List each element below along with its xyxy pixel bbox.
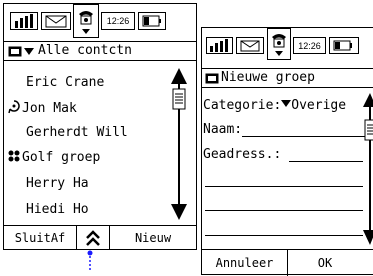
page-title: Nieuwe groep (221, 70, 315, 85)
name-field[interactable]: Naam: (203, 122, 242, 138)
contact-filter-dropdown[interactable]: Alle contctn (4, 41, 196, 61)
address-input-line-1[interactable] (289, 161, 363, 162)
contact-name: Gerherdt Will (26, 125, 128, 140)
chevron-down-icon (24, 48, 34, 55)
scrollbar[interactable] (170, 67, 188, 221)
address-input-line-2[interactable] (205, 186, 363, 187)
navigation-indicator (87, 250, 93, 271)
contacts-screen: 12:26 Alle contctn Eric Crane Jon Mak Ge… (3, 3, 197, 250)
name-input[interactable] (242, 136, 366, 137)
contact-name: Jon Mak (22, 101, 77, 116)
softkey-center[interactable] (76, 226, 110, 249)
chevron-up-icon (86, 229, 100, 246)
softkey-left[interactable]: SluitAf (4, 226, 76, 249)
category-value: Overige (291, 98, 347, 113)
softkey-left[interactable]: Annuleer (202, 250, 288, 276)
new-group-screen: 12:26 Nieuwe groep Categorie: Overige Naa… (201, 27, 373, 276)
name-label: Naam: (203, 122, 243, 137)
status-bar: 12:26 (4, 4, 196, 38)
title-bar: Nieuwe groep (202, 68, 373, 88)
mail-icon (41, 12, 71, 30)
presence-icon (8, 100, 20, 114)
list-item[interactable]: Jon Mak (8, 100, 77, 117)
clock: 12:26 (101, 12, 135, 30)
address-book-icon (8, 46, 22, 57)
category-field[interactable]: Categorie: Overige (203, 98, 346, 114)
status-bar: 12:26 (202, 28, 373, 60)
group-icon (8, 150, 20, 162)
list-item[interactable]: Gerherdt Will (8, 125, 128, 141)
battery-icon (329, 37, 359, 54)
list-item[interactable]: Eric Crane (8, 75, 104, 91)
phone-icon[interactable] (267, 28, 291, 60)
address-book-icon (205, 73, 219, 84)
signal-icon (10, 12, 38, 30)
clock: 12:26 (293, 37, 326, 54)
softkey-right[interactable]: OK (288, 250, 362, 276)
list-item[interactable]: Hiedi Ho (8, 202, 89, 218)
softkey-right[interactable]: Nieuw (110, 226, 196, 249)
contact-name: Hiedi Ho (26, 202, 89, 217)
category-label: Categorie: (203, 98, 282, 113)
address-input-line-3[interactable] (205, 210, 363, 211)
mail-icon (236, 37, 264, 54)
page-title: Alle contctn (38, 43, 132, 58)
phone-icon[interactable] (73, 4, 99, 38)
chevron-down-icon (281, 100, 292, 107)
list-item[interactable]: Herry Ha (8, 176, 89, 192)
contact-name: Eric Crane (26, 75, 105, 90)
contact-name: Herry Ha (26, 176, 89, 191)
list-item[interactable]: Golf groep (8, 150, 100, 166)
address-field[interactable]: Geadress.: (203, 147, 281, 163)
address-input-line-4[interactable] (205, 235, 363, 236)
battery-icon (138, 12, 166, 30)
signal-icon (206, 37, 233, 54)
scrollbar[interactable] (362, 92, 373, 246)
softkey-bar: SluitAf Nieuw (4, 225, 196, 249)
address-label: Geadress.: (203, 147, 282, 162)
softkey-bar: Annuleer OK (202, 249, 373, 276)
contact-name: Golf groep (22, 150, 101, 165)
